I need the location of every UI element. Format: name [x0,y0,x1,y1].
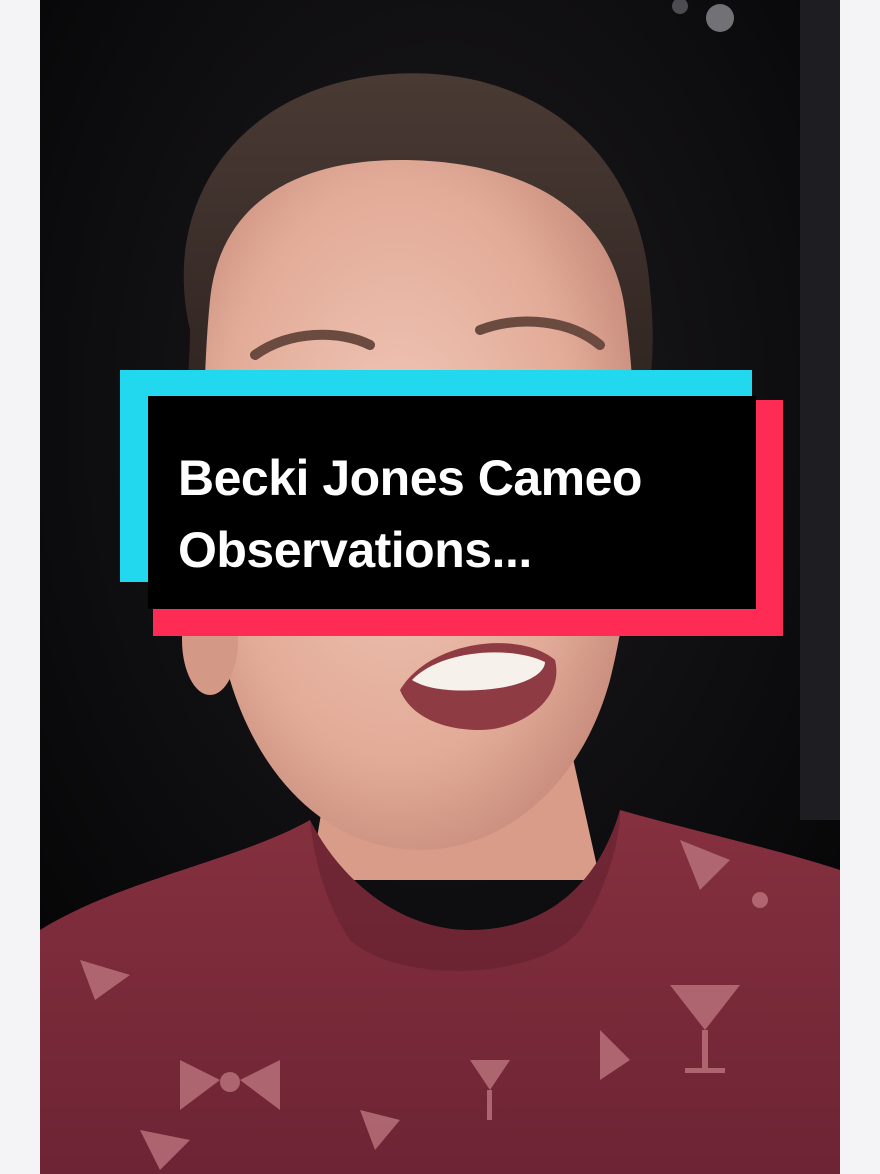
overlay-title-line1: Becki Jones Cameo [178,450,642,506]
overlay-title: Becki Jones Cameo Observations... [178,442,738,586]
right-wall-panel [800,0,840,820]
page: Becki Jones Cameo Observations... [0,0,880,1174]
overlay-title-line2: Observations... [178,522,532,578]
title-sticker: Becki Jones Cameo Observations... [120,370,785,640]
ceiling-light [706,4,734,32]
